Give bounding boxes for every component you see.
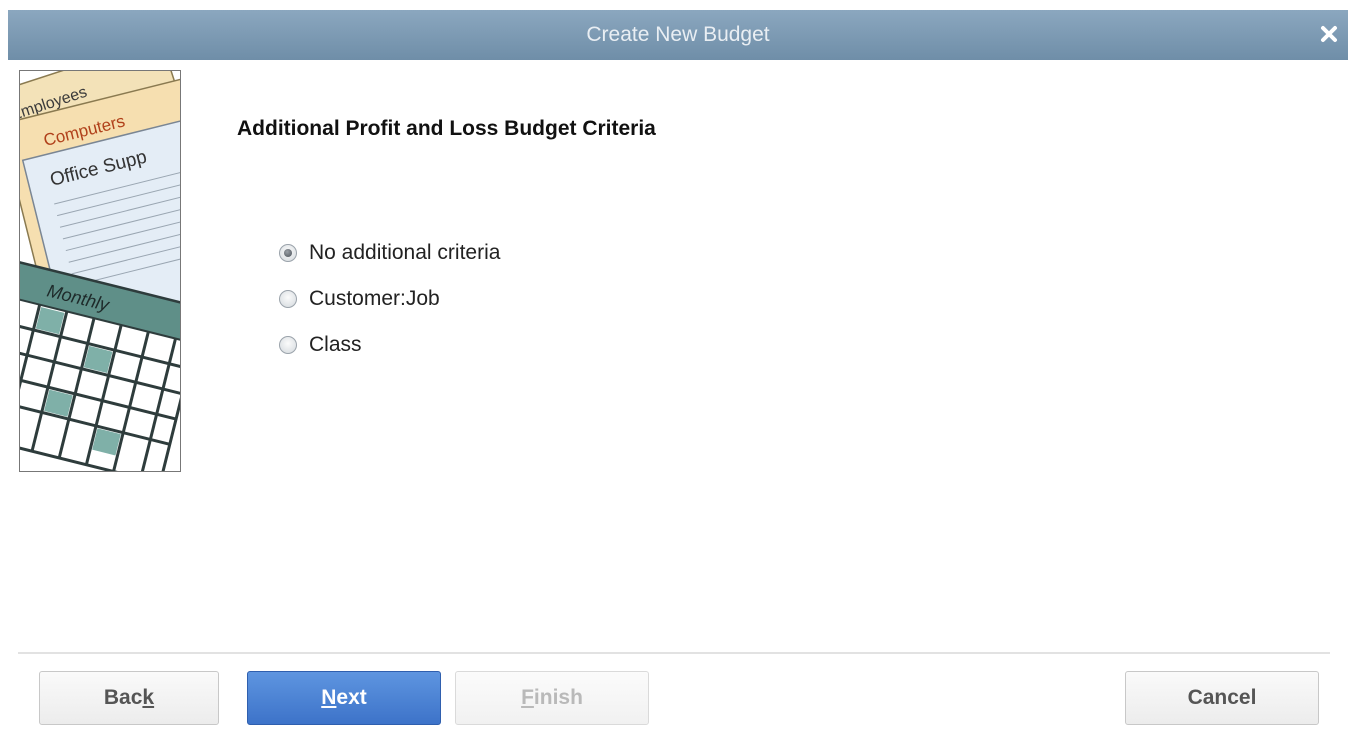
create-budget-dialog: Create New Budget Employees Computers Of… <box>8 10 1348 740</box>
option-label: No additional criteria <box>309 241 501 264</box>
criteria-radio-group: No additional criteria Customer:Job Clas… <box>279 230 500 368</box>
radio-button[interactable] <box>279 244 297 262</box>
close-icon[interactable] <box>1318 23 1340 45</box>
option-label: Class <box>309 333 362 356</box>
window-title: Create New Budget <box>586 23 770 46</box>
page-heading: Additional Profit and Loss Budget Criter… <box>237 117 656 140</box>
finish-button[interactable]: Finish <box>455 671 649 725</box>
back-button[interactable]: Bac k <box>39 671 219 725</box>
option-no-additional-criteria[interactable]: No additional criteria <box>279 230 500 276</box>
cancel-button[interactable]: Cancel <box>1125 671 1319 725</box>
option-customer-job[interactable]: Customer:Job <box>279 276 500 322</box>
next-button[interactable]: Next <box>247 671 441 725</box>
option-class[interactable]: Class <box>279 322 500 368</box>
option-label: Customer:Job <box>309 287 440 310</box>
footer-divider <box>18 652 1330 654</box>
budget-illustration: Employees Computers Office Supp Monthly <box>19 70 181 472</box>
radio-button[interactable] <box>279 336 297 354</box>
title-bar: Create New Budget <box>8 10 1348 60</box>
radio-button[interactable] <box>279 290 297 308</box>
